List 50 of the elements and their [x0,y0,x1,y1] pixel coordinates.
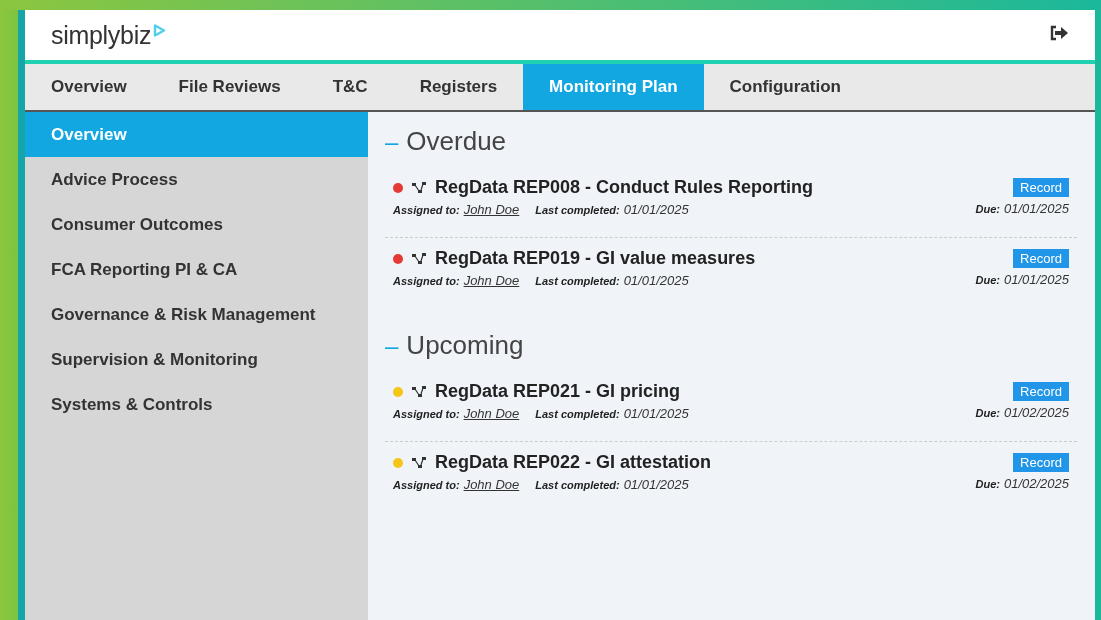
completed-date: 01/01/2025 [623,406,689,421]
field-label: Due: [975,407,1000,419]
dash-icon: – [385,127,399,156]
hierarchy-icon [412,385,426,398]
due-date: 01/01/2025 [1003,272,1069,287]
field-label: Assigned to: [393,204,460,216]
logout-icon[interactable] [1049,25,1069,41]
logo-text: simplybiz [51,20,152,50]
field-label: Assigned to: [393,275,460,287]
field-label: Due: [975,203,1000,215]
completed-date: 01/01/2025 [623,202,689,217]
field-label: Last completed: [535,275,620,287]
task-title[interactable]: RegData REP021 - GI pricing [435,381,681,402]
nav-tab[interactable]: Overview [25,64,153,110]
nav-tab[interactable]: File Reviews [152,64,307,110]
assignee-link[interactable]: John Doe [463,273,520,288]
field-label: Assigned to: [393,479,460,491]
field-label: Due: [975,274,1000,286]
nav-tab[interactable]: T&C [306,64,394,110]
sidebar-item[interactable]: Governance & Risk Management [25,292,368,337]
section-heading: Upcoming [406,330,524,361]
section-heading: Overdue [406,126,507,157]
assignee-link[interactable]: John Doe [463,477,520,492]
hierarchy-icon [412,252,426,265]
hierarchy-icon [412,181,426,194]
field-label: Last completed: [535,479,620,491]
sidebar-item[interactable]: Supervision & Monitoring [25,337,368,382]
sidebar-item[interactable]: FCA Reporting PI & CA [25,247,368,292]
nav-tab[interactable]: Registers [393,64,524,110]
sidebar-item[interactable]: Consumer Outcomes [25,202,368,247]
task-title[interactable]: RegData REP008 - Conduct Rules Reporting [435,177,814,198]
nav-tab[interactable]: Configuration [703,64,867,110]
completed-date: 01/01/2025 [623,477,689,492]
sidebar-item[interactable]: Advice Process [25,157,368,202]
assignee-link[interactable]: John Doe [463,202,520,217]
task-title[interactable]: RegData REP022 - GI attestation [435,452,712,473]
due-date: 01/02/2025 [1003,476,1069,491]
sidebar-item[interactable]: Systems & Controls [25,382,368,427]
field-label: Assigned to: [393,408,460,420]
due-date: 01/01/2025 [1003,201,1069,216]
due-date: 01/02/2025 [1003,405,1069,420]
field-label: Last completed: [535,204,620,216]
field-label: Last completed: [535,408,620,420]
field-label: Due: [975,478,1000,490]
assignee-link[interactable]: John Doe [463,406,520,421]
hierarchy-icon [412,456,426,469]
dash-icon: – [385,331,399,360]
task-title[interactable]: RegData REP019 - GI value measures [435,248,756,269]
completed-date: 01/01/2025 [623,273,689,288]
play-icon [153,23,167,37]
